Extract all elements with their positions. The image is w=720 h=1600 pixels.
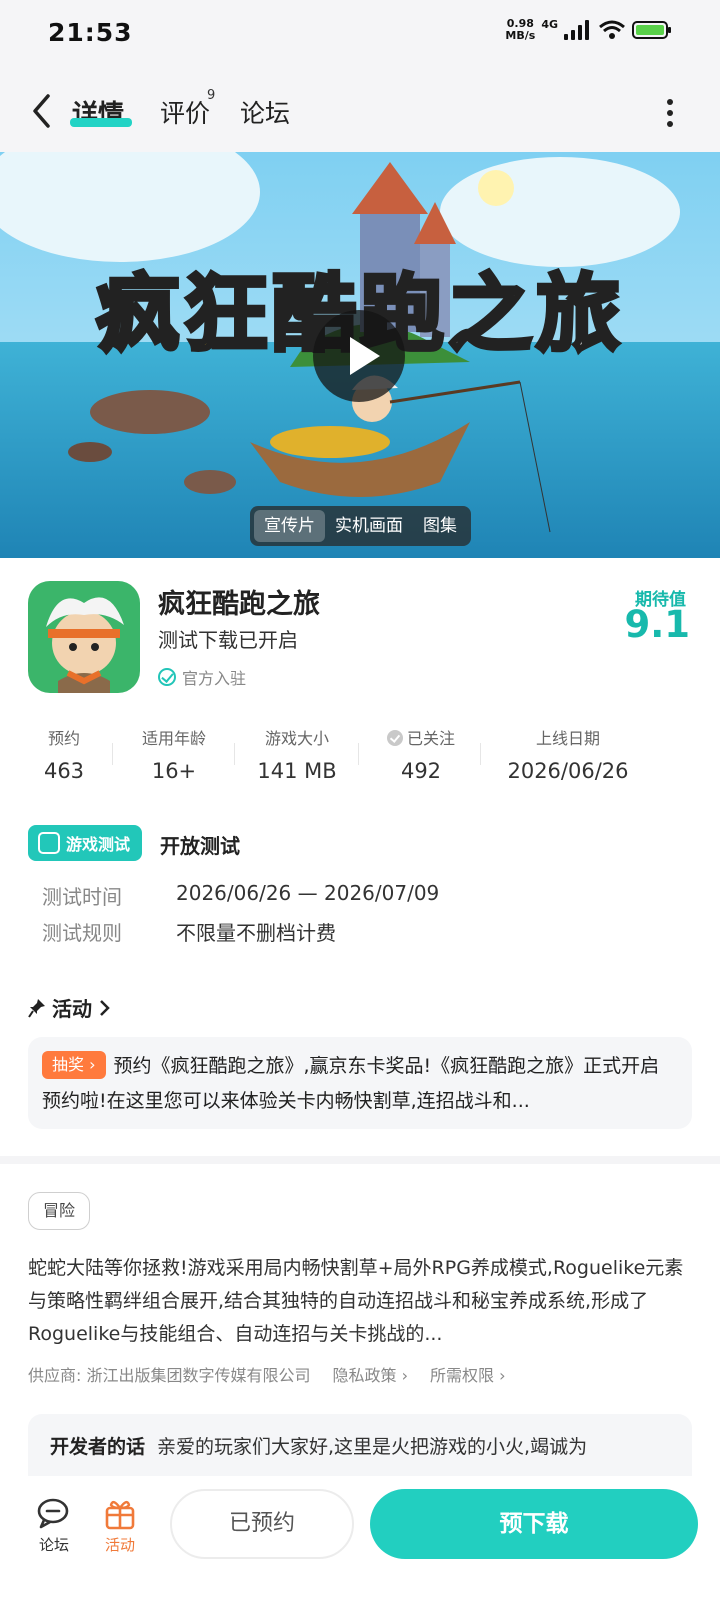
verified-check-icon (158, 668, 176, 686)
chevron-right-icon (100, 999, 110, 1016)
stat-release-date: 上线日期 2026/06/26 (507, 729, 629, 783)
stat-divider (234, 743, 235, 765)
stat-divider (358, 743, 359, 765)
active-tab-indicator (70, 118, 132, 127)
wifi-icon (599, 20, 625, 39)
status-bar: 21:53 0.98 MB/s 4G (0, 0, 720, 70)
network-type: 4G (541, 18, 558, 31)
game-description[interactable]: 蛇蛇大陆等你拯救!游戏采用局内畅快割草+局外RPG养成模式,Roguelike元… (28, 1252, 696, 1351)
official-badge: 官方入驻 (158, 665, 246, 689)
play-video-button[interactable] (313, 310, 405, 402)
media-tab-gallery[interactable]: 图集 (413, 510, 467, 542)
predownload-button[interactable]: 预下载 (370, 1489, 698, 1559)
stat-divider (480, 743, 481, 765)
meta-row: 供应商: 浙江出版集团数字传媒有限公司 隐私政策 › 所需权限 › (28, 1362, 505, 1386)
forum-icon (37, 1498, 69, 1529)
stat-size: 游戏大小 141 MB (257, 729, 337, 783)
media-tab-trailer[interactable]: 宣传片 (254, 510, 325, 542)
review-count-badge: 9 (207, 88, 216, 103)
status-time: 21:53 (48, 18, 133, 47)
section-divider (0, 1156, 720, 1164)
activity-header[interactable]: 活动 (28, 993, 110, 1022)
test-time-row: 测试时间 2026/06/26 — 2026/07/09 (42, 881, 440, 909)
battery-icon (632, 21, 671, 39)
reserved-button[interactable]: 已预约 (170, 1489, 354, 1559)
tab-forum[interactable]: 论坛 (240, 94, 290, 130)
follow-heart-icon (386, 730, 403, 746)
back-icon[interactable] (28, 92, 56, 130)
status-icons: 0.98 MB/s 4G (505, 18, 672, 42)
signal-icon (564, 20, 589, 40)
promo-banner[interactable]: 疯狂酷跑之旅 宣传片 实机画面 图集 (0, 152, 720, 558)
bottom-activity-button[interactable]: 活动 (90, 1496, 150, 1555)
media-tabs: 宣传片 实机画面 图集 (250, 506, 471, 546)
genre-tag[interactable]: 冒险 (28, 1192, 91, 1230)
media-tab-gameplay[interactable]: 实机画面 (325, 510, 413, 542)
stat-followers[interactable]: 已关注 492 (376, 725, 466, 783)
network-speed: 0.98 MB/s (505, 17, 536, 42)
top-nav: 详情 评价 9 论坛 (0, 70, 720, 152)
developer-note-text: 亲爱的玩家们大家好,这里是火把游戏的小火,竭诚为 (157, 1436, 588, 1458)
game-title: 疯狂酷跑之旅 (158, 589, 320, 620)
stat-age: 适用年龄 16+ (141, 729, 206, 783)
stats-row: 预约 463 适用年龄 16+ 游戏大小 141 MB 已关注 492 上线日期… (0, 725, 720, 785)
privacy-policy-link[interactable]: 隐私政策 › (332, 1362, 408, 1386)
gift-icon (105, 1500, 135, 1530)
score-value: 9.1 (624, 603, 690, 646)
permissions-link[interactable]: 所需权限 › (430, 1362, 506, 1386)
pin-icon (28, 998, 45, 1018)
tab-reviews[interactable]: 评价 (160, 94, 210, 130)
stat-divider (112, 743, 113, 765)
lottery-tag: 抽奖 › (42, 1051, 106, 1079)
test-icon (38, 832, 60, 854)
stat-reservations: 预约 463 (43, 729, 85, 783)
test-rule-row: 测试规则 不限量不删档计费 (42, 921, 336, 945)
more-icon[interactable] (666, 98, 674, 128)
developer-note-card[interactable]: 开发者的话 亲爱的玩家们大家好,这里是火把游戏的小火,竭诚为 (28, 1414, 692, 1476)
developer-note-label: 开发者的话 (50, 1436, 146, 1458)
activity-card[interactable]: 抽奖 › 预约《疯狂酷跑之旅》,赢京东卡奖品!《疯狂酷跑之旅》正式开启预约啦!在这… (28, 1037, 692, 1129)
test-title: 开放测试 (160, 834, 240, 858)
game-test-badge: 游戏测试 (28, 825, 143, 861)
game-status: 测试下载已开启 (158, 628, 298, 652)
bottom-forum-button[interactable]: 论坛 (24, 1496, 84, 1555)
bottom-action-bar: 论坛 活动 已预约 预下载 (0, 1476, 720, 1600)
game-icon (28, 581, 140, 693)
supplier-text: 供应商: 浙江出版集团数字传媒有限公司 (28, 1366, 311, 1385)
